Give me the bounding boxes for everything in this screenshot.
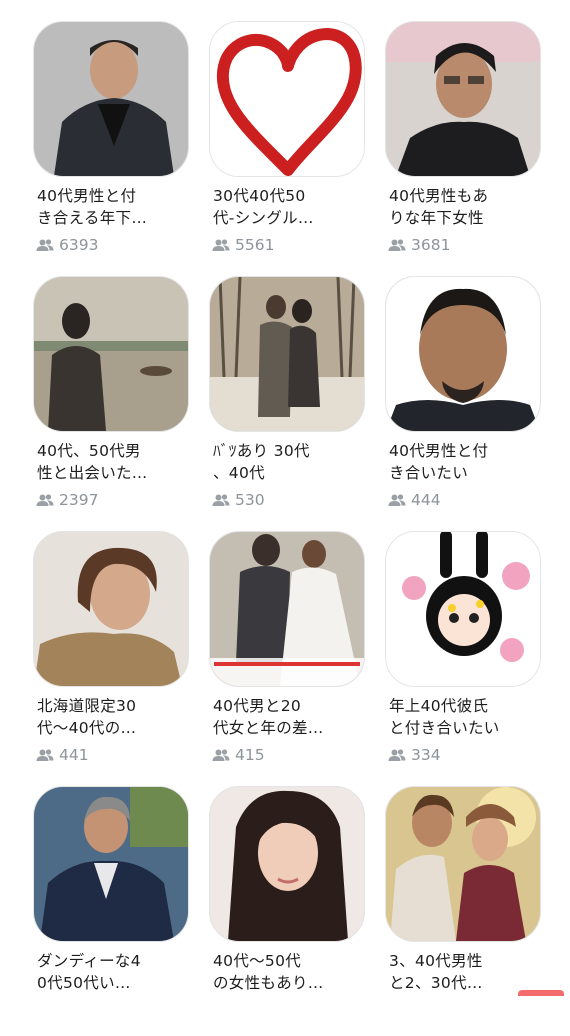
people-icon — [388, 239, 406, 251]
people-icon — [36, 494, 54, 506]
group-thumbnail[interactable] — [33, 21, 189, 177]
member-count-value: 5561 — [235, 236, 275, 254]
member-count-value: 415 — [235, 746, 265, 764]
group-card[interactable]: ダンディーな4 0代50代い… — [33, 786, 189, 1036]
group-card[interactable]: 40代男性と付 き合える年下… 6393 — [33, 21, 189, 271]
group-title: ダンディーな4 0代50代い… — [37, 952, 141, 992]
member-count: 530 — [212, 490, 265, 510]
group-thumbnail[interactable] — [385, 786, 541, 942]
people-icon — [212, 239, 230, 251]
group-card[interactable]: 40代男と20 代女と年の差… 415 — [209, 531, 365, 781]
member-count-value: 530 — [235, 491, 265, 509]
group-card[interactable]: 40代男性もあ りな年下女性 3681 — [385, 21, 541, 271]
group-thumbnail[interactable] — [385, 21, 541, 177]
group-thumbnail[interactable] — [209, 21, 365, 177]
group-title: 40代男と20 代女と年の差… — [213, 697, 324, 737]
people-icon — [388, 749, 406, 761]
group-title: 30代40代50 代-シングル… — [213, 187, 314, 227]
member-count: 441 — [36, 745, 89, 765]
group-title: 40代男性もあ りな年下女性 — [389, 187, 489, 227]
member-count: 334 — [388, 745, 441, 765]
group-card[interactable]: 40代～50代 の女性もあり… — [209, 786, 365, 1036]
group-thumbnail[interactable] — [33, 531, 189, 687]
group-card[interactable]: 北海道限定30 代～40代の… 441 — [33, 531, 189, 781]
member-count: 2397 — [36, 490, 98, 510]
group-card[interactable]: 30代40代50 代-シングル… 5561 — [209, 21, 365, 271]
group-thumbnail[interactable] — [209, 276, 365, 432]
group-title: 40代男性と付 き合いたい — [389, 442, 489, 482]
people-icon — [36, 239, 54, 251]
group-card[interactable]: ﾊﾞﾂあり 30代 、40代 530 — [209, 276, 365, 526]
group-thumbnail[interactable] — [209, 531, 365, 687]
people-icon — [36, 749, 54, 761]
people-icon — [212, 749, 230, 761]
group-card[interactable]: 40代男性と付 き合いたい 444 — [385, 276, 541, 526]
member-count: 6393 — [36, 235, 98, 255]
group-thumbnail[interactable] — [33, 786, 189, 942]
member-count: 415 — [212, 745, 265, 765]
people-icon — [388, 494, 406, 506]
member-count-value: 6393 — [59, 236, 99, 254]
group-thumbnail[interactable] — [209, 786, 365, 942]
member-count: 444 — [388, 490, 441, 510]
group-title: 年上40代彼氏 と付き合いたい — [389, 697, 500, 737]
group-thumbnail[interactable] — [385, 531, 541, 687]
people-icon — [212, 494, 230, 506]
member-count-value: 334 — [411, 746, 441, 764]
member-count: 5561 — [212, 235, 274, 255]
group-card[interactable]: 40代、50代男 性と出会いた… 2397 — [33, 276, 189, 526]
group-thumbnail[interactable] — [385, 276, 541, 432]
group-card[interactable]: 3、40代男性 と2、30代… — [385, 786, 541, 1036]
member-count-value: 2397 — [59, 491, 99, 509]
scroll-indicator — [518, 990, 564, 996]
group-grid: 40代男性と付 き合える年下… 6393 30代40代50 代-シングル… 55… — [0, 0, 570, 996]
group-title: ﾊﾞﾂあり 30代 、40代 — [213, 442, 310, 482]
group-title: 40代男性と付 き合える年下… — [37, 187, 148, 227]
member-count-value: 441 — [59, 746, 89, 764]
group-title: 3、40代男性 と2、30代… — [389, 952, 483, 992]
group-thumbnail[interactable] — [33, 276, 189, 432]
member-count-value: 444 — [411, 491, 441, 509]
member-count: 3681 — [388, 235, 450, 255]
group-title: 40代、50代男 性と出会いた… — [37, 442, 148, 482]
group-title: 北海道限定30 代～40代の… — [37, 697, 137, 737]
member-count-value: 3681 — [411, 236, 451, 254]
group-card[interactable]: 年上40代彼氏 と付き合いたい 334 — [385, 531, 541, 781]
group-title: 40代～50代 の女性もあり… — [213, 952, 324, 992]
